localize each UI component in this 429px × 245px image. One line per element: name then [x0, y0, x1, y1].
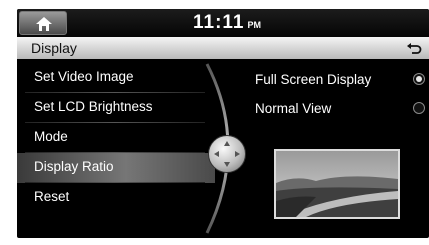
menu-item-label: Mode: [34, 129, 68, 144]
back-arrow-icon: [407, 43, 422, 54]
clock-time: 11:11: [193, 12, 245, 33]
status-bar: 11:11 PM: [17, 9, 429, 37]
back-button[interactable]: [405, 39, 423, 57]
directional-control[interactable]: [208, 135, 246, 173]
option-normal-view[interactable]: Normal View: [255, 99, 425, 121]
clock: 11:11 PM: [193, 12, 261, 36]
home-button[interactable]: [19, 11, 67, 35]
menu-item-label: Set Video Image: [34, 69, 134, 84]
home-icon: [36, 17, 52, 31]
radio-button-checked[interactable]: [413, 73, 425, 85]
menu-item-mode[interactable]: Mode: [17, 123, 215, 153]
landscape-road-image: [276, 151, 398, 217]
menu-item-set-lcd-brightness[interactable]: Set LCD Brightness: [17, 93, 215, 123]
head-unit-screen: 11:11 PM Display Set Video Image Set LCD…: [17, 9, 429, 238]
menu-item-reset[interactable]: Reset: [17, 183, 215, 213]
option-label: Normal View: [255, 101, 332, 116]
menu-item-label: Reset: [34, 189, 70, 204]
option-full-screen-display[interactable]: Full Screen Display: [255, 70, 425, 92]
title-bar: Display: [17, 37, 429, 59]
direction-arrows-icon: [214, 141, 240, 167]
menu-item-label: Display Ratio: [34, 159, 114, 174]
preview-image: [274, 149, 400, 219]
page-title: Display: [31, 40, 77, 56]
option-label: Full Screen Display: [255, 72, 372, 87]
clock-ampm: PM: [247, 20, 262, 30]
menu-item-label: Set LCD Brightness: [34, 99, 153, 114]
menu-item-set-video-image[interactable]: Set Video Image: [17, 63, 215, 93]
menu-item-display-ratio[interactable]: Display Ratio: [17, 153, 215, 183]
radio-button[interactable]: [413, 102, 425, 114]
